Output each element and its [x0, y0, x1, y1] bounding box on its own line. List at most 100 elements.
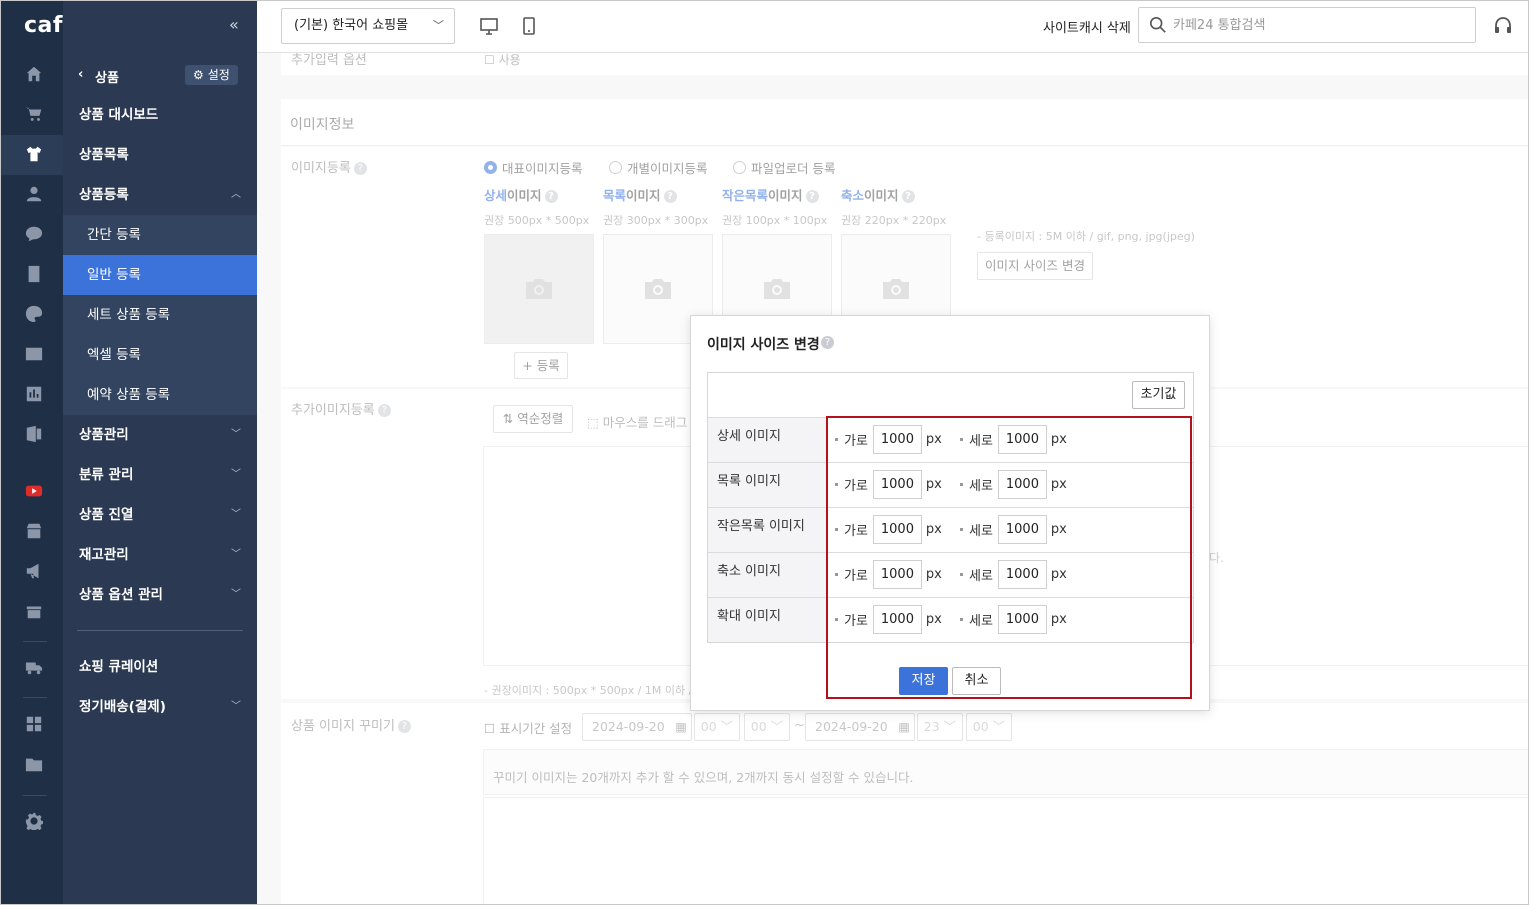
menu-item-curation[interactable]: 쇼핑 큐레이션 [63, 647, 257, 687]
stats-icon[interactable] [25, 385, 43, 403]
menu-item-options[interactable]: 상품 옵션 관리 ﹀ [63, 575, 257, 615]
reverse-sort-button[interactable]: ⇅ 역순정렬 [493, 405, 573, 433]
menu-item-product-manage[interactable]: 상품관리 ﹀ [63, 415, 257, 455]
unit-label: px [925, 567, 942, 582]
radio-individual-image[interactable]: 개별이미지등록 [609, 158, 708, 177]
headset-icon[interactable] [1493, 16, 1513, 36]
display-period-checkbox[interactable]: ☐ 표시기간 설정 [484, 718, 572, 737]
collapse-menu-icon[interactable]: « [229, 15, 239, 34]
shop-select[interactable]: (기본) 한국어 쇼핑몰 ﹀ [281, 8, 455, 44]
menu-item-label: 상품등록 [79, 187, 129, 203]
thumb-image-title: 축소이미지? [841, 185, 915, 204]
image-register-label: 이미지등록? [291, 157, 367, 176]
submenu-set-register[interactable]: 세트 상품 등록 [63, 295, 257, 335]
mobile-view-icon[interactable] [519, 16, 539, 36]
menu-item-dashboard[interactable]: 상품 대시보드 [63, 95, 257, 135]
truck-icon[interactable] [25, 658, 43, 676]
youtube-icon[interactable] [25, 482, 43, 500]
end-minute-select[interactable]: 00 ﹀ [966, 713, 1012, 741]
start-hour-select[interactable]: 00 ﹀ [694, 713, 740, 741]
table-row: 축소 이미지 가로 1000 px 세로 1000 px [708, 552, 1193, 597]
height-field: 세로 1000 px [960, 425, 1067, 454]
submenu-label: 일반 등록 [87, 267, 141, 283]
user-icon[interactable] [25, 185, 43, 203]
extra-image-note: - 권장이미지 : 500px * 500px / 1M 이하 / gif [484, 684, 710, 697]
width-input[interactable]: 1000 [872, 560, 922, 589]
menu-item-category[interactable]: 분류 관리 ﹀ [63, 455, 257, 495]
width-input[interactable]: 1000 [872, 470, 922, 499]
excel-icon[interactable] [25, 425, 43, 443]
search-input[interactable] [1173, 14, 1463, 36]
menu-item-label: 상품 옵션 관리 [79, 587, 163, 603]
submenu-reserve-register[interactable]: 예약 상품 등록 [63, 375, 257, 415]
height-input[interactable]: 1000 [997, 470, 1047, 499]
chevron-down-icon: ﹀ [231, 469, 241, 480]
submenu-general-register[interactable]: 일반 등록 [63, 255, 257, 295]
menu-title[interactable]: 상품 [95, 67, 119, 86]
apps-icon[interactable] [25, 715, 43, 733]
start-minute-select[interactable]: 00 ﹀ [744, 713, 790, 741]
top-option-check-label: 사용 [498, 53, 521, 67]
radio-file-uploader[interactable]: 파일업로더 등록 [733, 158, 835, 177]
extra-image-label: 추가이미지등록? [291, 399, 391, 418]
detail-image-slot[interactable] [484, 234, 594, 344]
section-header: 이미지정보 [281, 99, 1528, 146]
height-input[interactable]: 1000 [997, 560, 1047, 589]
top-option-check[interactable]: ☐ 사용 [484, 51, 521, 68]
table-row: 목록 이미지 가로 1000 px 세로 1000 px [708, 462, 1193, 507]
menu-header: ‹ 상품 ⚙ 설정 [63, 63, 257, 89]
height-input[interactable]: 1000 [997, 425, 1047, 454]
chat-icon[interactable] [25, 225, 43, 243]
start-date-input[interactable]: 2024-09-20 ▦ [582, 713, 692, 741]
reset-default-button[interactable]: 초기값 [1132, 381, 1185, 409]
palette-icon[interactable] [25, 305, 43, 323]
submenu-simple-register[interactable]: 간단 등록 [63, 215, 257, 255]
add-store-icon[interactable] [25, 602, 43, 620]
height-input[interactable]: 1000 [997, 605, 1047, 634]
radio-unselected [609, 161, 622, 174]
resize-image-button[interactable]: 이미지 사이즈 변경 [977, 252, 1093, 280]
calendar-icon: ▦ [898, 719, 910, 734]
shop-select-value: (기본) 한국어 쇼핑몰 [294, 18, 409, 33]
thumb-rec-size: 권장 220px * 220px [841, 214, 947, 227]
unit-label: px [925, 432, 942, 447]
height-field: 세로 1000 px [960, 515, 1067, 544]
register-image-button[interactable]: + 등록 [514, 352, 568, 379]
submenu-excel-register[interactable]: 엑셀 등록 [63, 335, 257, 375]
width-input[interactable]: 1000 [872, 425, 922, 454]
clear-cache-button[interactable]: 사이트캐시 삭제 [1043, 17, 1131, 36]
height-input[interactable]: 1000 [997, 515, 1047, 544]
radio-selected [484, 161, 497, 174]
image-icon[interactable] [25, 345, 43, 363]
menu-item-inventory[interactable]: 재고관리 ﹀ [63, 535, 257, 575]
detail-rec-size: 권장 500px * 500px [484, 214, 590, 227]
menu-item-product-list[interactable]: 상품목록 [63, 135, 257, 175]
home-icon[interactable] [25, 65, 43, 83]
menu-settings-button[interactable]: ⚙ 설정 [185, 65, 238, 85]
menu-item-subscription[interactable]: 정기배송(결제) ﹀ [63, 687, 257, 727]
width-input[interactable]: 1000 [872, 515, 922, 544]
menu-divider [77, 630, 243, 631]
width-input[interactable]: 1000 [872, 605, 922, 634]
gear-icon[interactable] [25, 812, 43, 830]
save-button[interactable]: 저장 [899, 667, 948, 695]
unit-label: px [925, 522, 942, 537]
row-label: 작은목록 이미지 [708, 508, 827, 552]
store-icon[interactable] [25, 522, 43, 540]
folder-icon[interactable] [25, 755, 43, 773]
chevron-down-icon: ﹀ [231, 589, 241, 600]
decorate-label: 상품 이미지 꾸미기? [291, 715, 411, 734]
desktop-view-icon[interactable] [479, 16, 499, 36]
menu-item-product-register[interactable]: 상품등록 ︿ [63, 175, 257, 215]
help-icon[interactable]: ? [821, 336, 834, 349]
radio-main-image[interactable]: 대표이미지등록 [484, 158, 583, 177]
end-date-input[interactable]: 2024-09-20 ▦ [805, 713, 915, 741]
cart-icon[interactable] [25, 105, 43, 123]
document-icon[interactable] [25, 265, 43, 283]
cancel-button[interactable]: 취소 [952, 667, 1001, 695]
shirt-icon[interactable] [25, 145, 43, 163]
menu-item-display[interactable]: 상품 진열 ﹀ [63, 495, 257, 535]
end-hour-select[interactable]: 23 ﹀ [917, 713, 963, 741]
back-chevron-icon[interactable]: ‹ [78, 67, 83, 82]
megaphone-icon[interactable] [25, 562, 43, 580]
